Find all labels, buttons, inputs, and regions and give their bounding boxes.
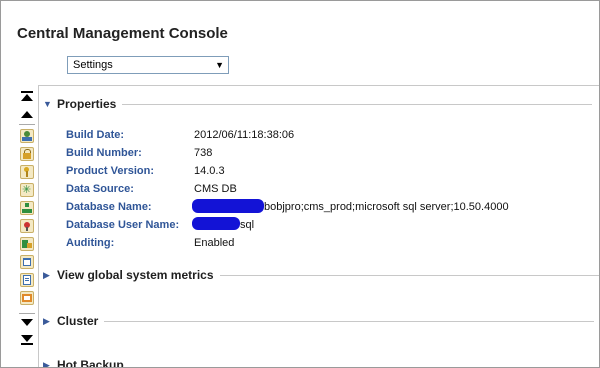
- side-toolbar: ✳: [17, 91, 37, 367]
- database-name-value: bobjpro;cms_prod;microsoft sql server;10…: [264, 201, 509, 213]
- document-icon[interactable]: [20, 273, 34, 287]
- scroll-down-icon[interactable]: [21, 319, 33, 326]
- server-icon[interactable]: [20, 237, 34, 251]
- calendar-icon[interactable]: [20, 255, 34, 269]
- scroll-top-icon[interactable]: [21, 91, 33, 101]
- build-date-value: 2012/06/11:18:38:06: [194, 129, 295, 141]
- redaction-mark: [192, 199, 264, 213]
- auditing-label: Auditing:: [66, 237, 115, 249]
- collapsed-triangle-icon[interactable]: ▶: [43, 316, 57, 327]
- view-select[interactable]: Settings ▼: [67, 56, 229, 74]
- section-properties-label: Properties: [57, 97, 117, 111]
- product-version-label: Product Version:: [66, 165, 155, 177]
- tree-icon[interactable]: [20, 201, 34, 215]
- section-divider: [104, 320, 595, 322]
- section-global-metrics-label: View global system metrics: [56, 268, 214, 282]
- section-global-metrics[interactable]: ▶ View global system metrics: [43, 267, 599, 283]
- data-source-label: Data Source:: [66, 183, 134, 195]
- section-divider: [219, 274, 599, 276]
- console-window: Central Management Console Settings ▼ ✳: [0, 0, 600, 368]
- product-version-value: 14.0.3: [194, 165, 225, 177]
- database-user-name-label: Database User Name:: [66, 219, 180, 231]
- section-divider: [122, 103, 593, 105]
- pin-icon[interactable]: [20, 219, 34, 233]
- toolbar-divider: [19, 124, 35, 125]
- build-number-value: 738: [194, 147, 213, 159]
- build-date-label: Build Date:: [66, 129, 125, 141]
- section-hot-backup-label: Hot Backup: [57, 358, 124, 368]
- dropdown-arrow-icon[interactable]: ▼: [215, 57, 224, 73]
- star-icon[interactable]: ✳: [20, 183, 34, 197]
- scroll-bottom-icon[interactable]: [21, 335, 33, 345]
- expanded-triangle-icon[interactable]: ▼: [43, 99, 57, 109]
- view-select-value: Settings: [73, 59, 113, 71]
- key-icon[interactable]: [20, 165, 34, 179]
- data-source-value: CMS DB: [194, 183, 237, 195]
- database-name-label: Database Name:: [66, 201, 152, 213]
- collapsed-triangle-icon[interactable]: ▶: [43, 270, 57, 281]
- section-cluster[interactable]: ▶ Cluster: [43, 313, 599, 329]
- scroll-up-icon[interactable]: [21, 111, 33, 118]
- database-user-name-value: sql: [240, 219, 255, 231]
- users-icon[interactable]: [20, 129, 34, 143]
- section-properties[interactable]: ▼ Properties: [43, 96, 599, 112]
- window-icon[interactable]: [20, 291, 34, 305]
- page-title: Central Management Console: [17, 25, 228, 42]
- build-number-label: Build Number:: [66, 147, 142, 159]
- section-hot-backup[interactable]: ▶ Hot Backup: [43, 357, 599, 368]
- toolbar-divider: [19, 313, 35, 314]
- lock-icon[interactable]: [20, 147, 34, 161]
- collapsed-triangle-icon[interactable]: ▶: [43, 360, 57, 368]
- auditing-value: Enabled: [194, 237, 235, 249]
- section-cluster-label: Cluster: [57, 314, 99, 328]
- redaction-mark: [192, 217, 240, 230]
